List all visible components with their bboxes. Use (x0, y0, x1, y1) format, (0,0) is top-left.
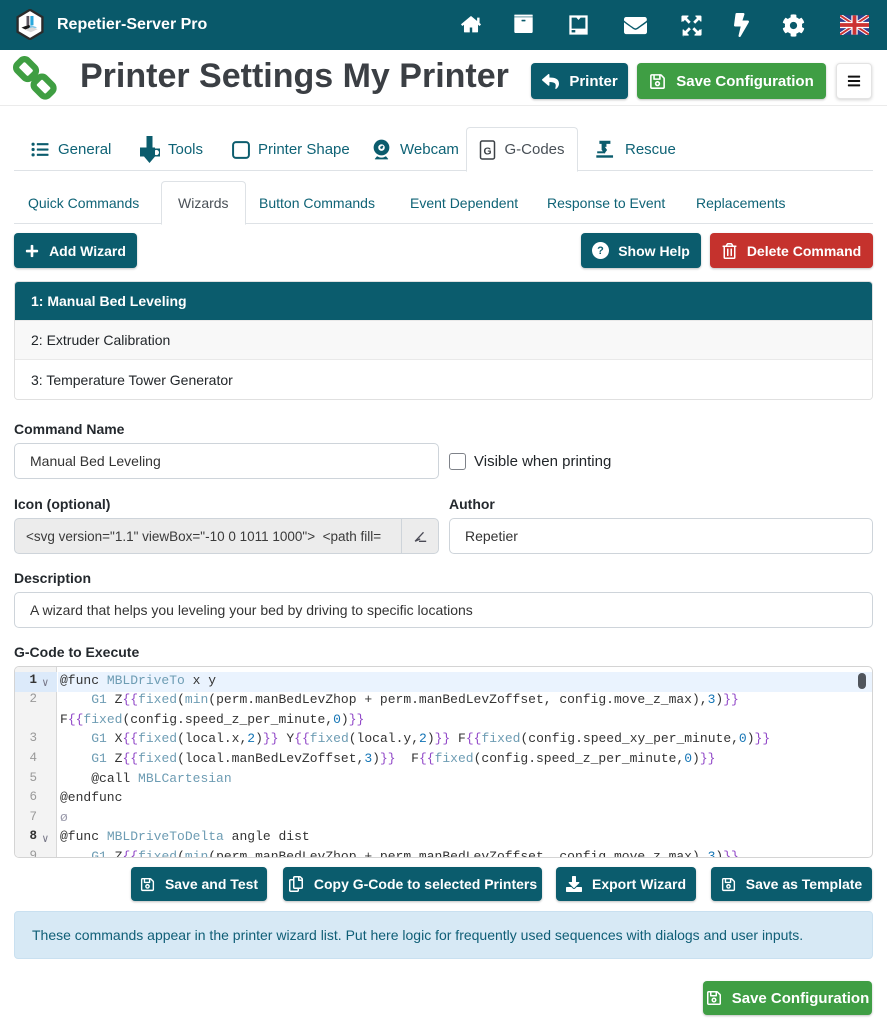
svg-text:G: G (484, 146, 492, 157)
svg-text:?: ? (597, 245, 604, 257)
